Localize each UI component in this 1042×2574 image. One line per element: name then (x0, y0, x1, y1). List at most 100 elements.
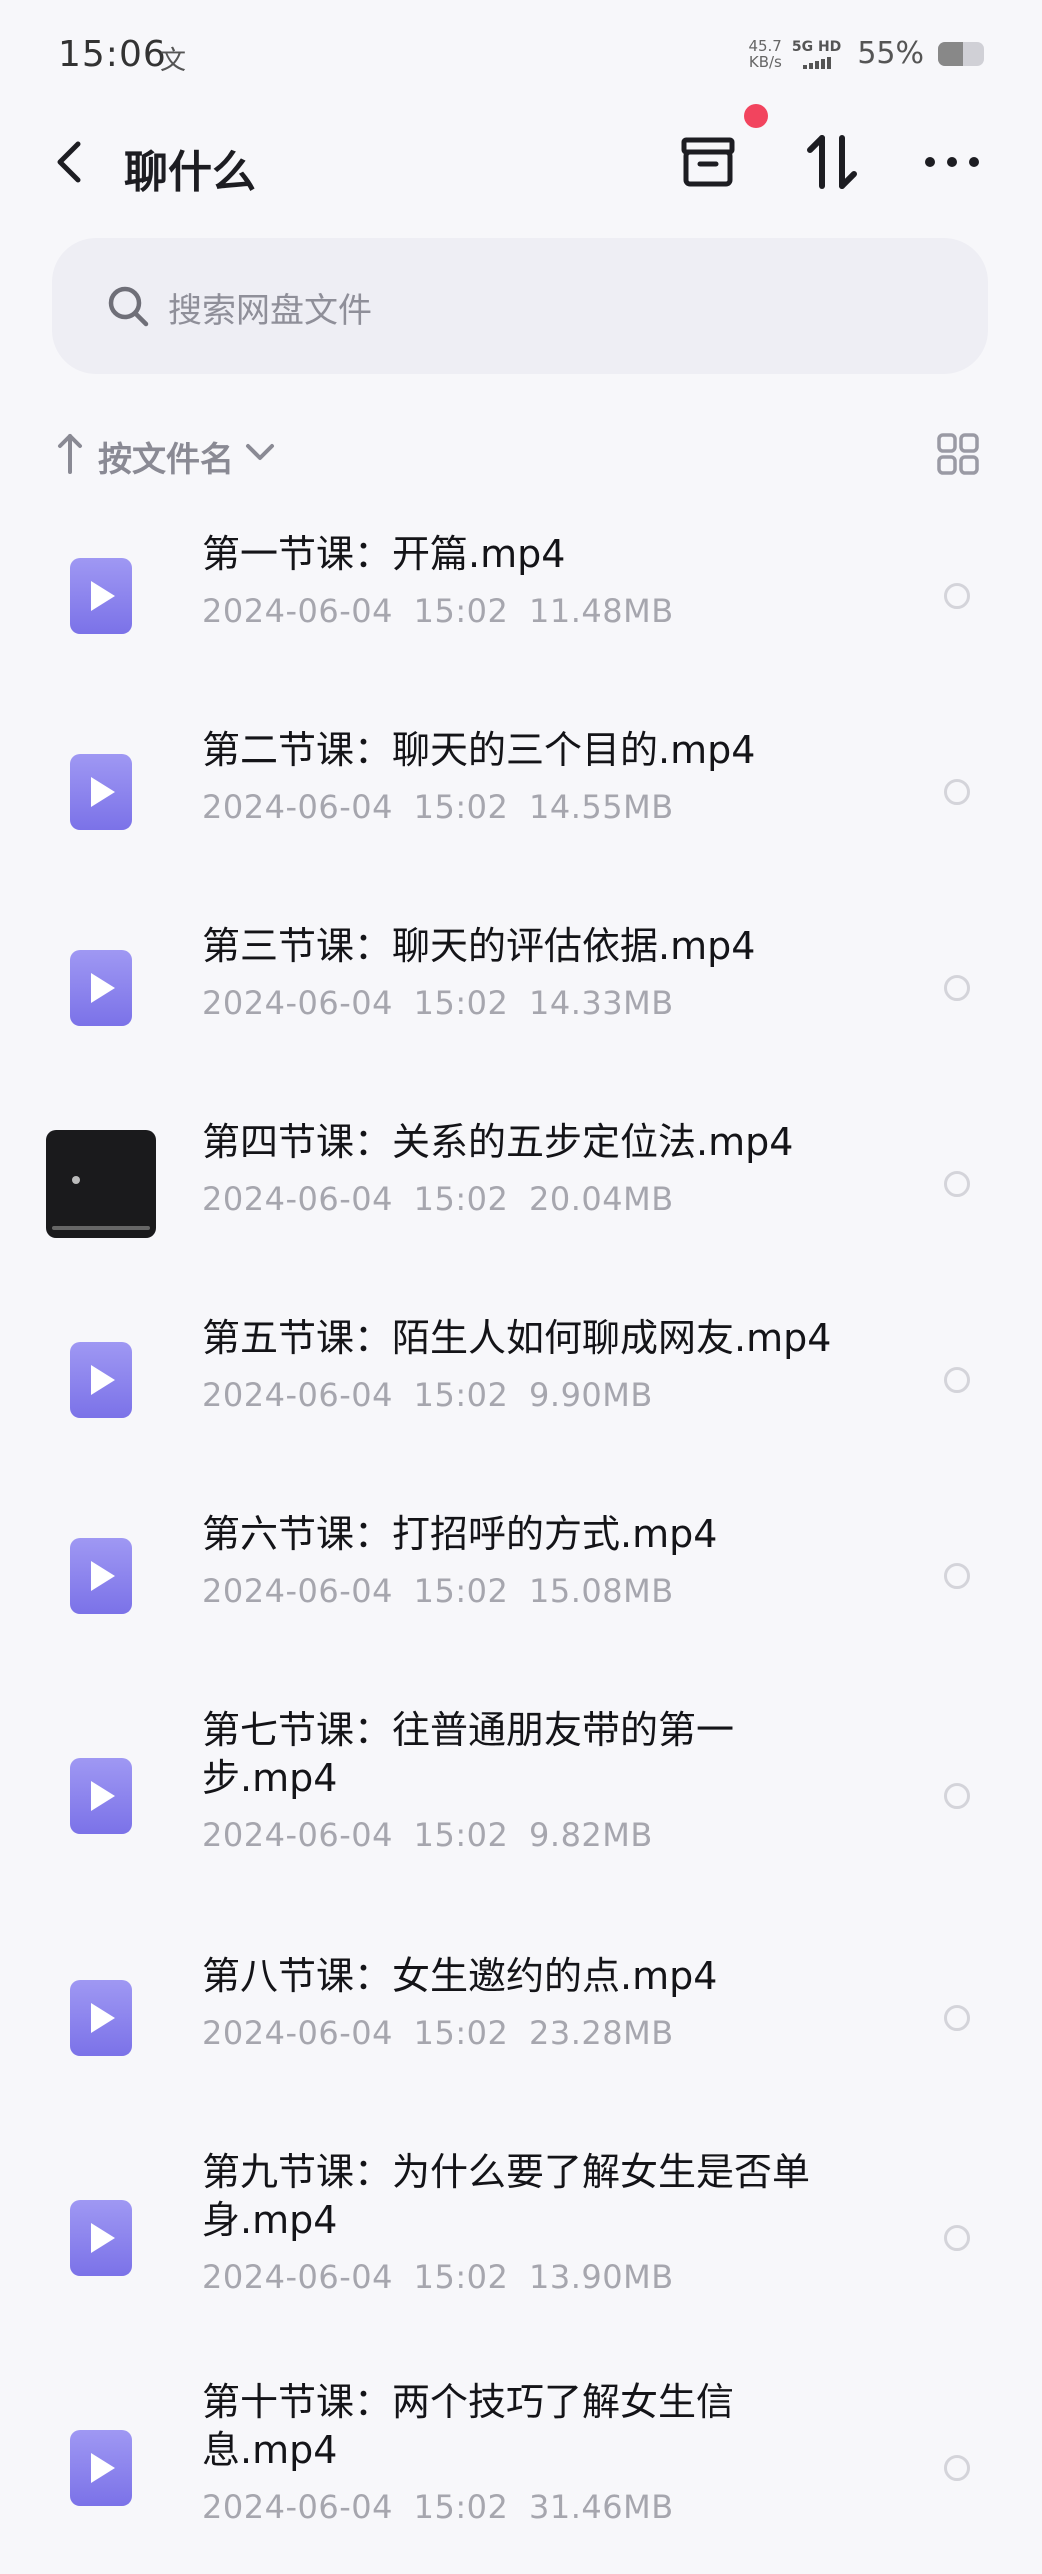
video-thumbnail (46, 1130, 156, 1238)
file-name-line: 第十节课：两个技巧了解女生信 (202, 2380, 735, 2424)
play-icon (91, 2003, 115, 2033)
file-size: 14.33MB (529, 984, 674, 1022)
select-checkbox[interactable] (944, 779, 970, 805)
file-meta: 2024-06-04 15:02 31.46MB (202, 2488, 674, 2526)
file-row[interactable]: 第五节课：陌生人如何聊成网友.mp4 2024-06-04 15:02 9.90M… (0, 1290, 1042, 1480)
file-size: 15.08MB (529, 1572, 674, 1610)
file-date: 2024-06-04 (202, 788, 393, 826)
file-name-line: 第四节课：关系的五步定位法.mp4 (202, 1120, 794, 1164)
file-time: 15:02 (413, 2488, 509, 2526)
file-date: 2024-06-04 (202, 2014, 393, 2052)
select-checkbox[interactable] (944, 2225, 970, 2251)
video-file-icon (70, 950, 132, 1026)
grid-view-icon[interactable] (936, 432, 980, 476)
file-date: 2024-06-04 (202, 1816, 393, 1854)
back-arrow-icon[interactable] (50, 138, 90, 186)
select-checkbox[interactable] (944, 2005, 970, 2031)
select-checkbox[interactable] (944, 1367, 970, 1393)
file-name: 第四节课：关系的五步定位法.mp4 (202, 1118, 902, 1166)
file-time: 15:02 (413, 1572, 509, 1610)
header: 聊什么 (0, 104, 1042, 220)
file-date: 2024-06-04 (202, 592, 393, 630)
file-name-line: 第三节课：聊天的评估依据.mp4 (202, 924, 756, 968)
file-meta: 2024-06-04 15:02 15.08MB (202, 1572, 674, 1610)
file-time: 15:02 (413, 788, 509, 826)
file-name-line: 身.mp4 (202, 2198, 338, 2242)
file-time: 15:02 (413, 2258, 509, 2296)
network-type: 5G HD (791, 38, 842, 55)
select-checkbox[interactable] (944, 1171, 970, 1197)
sort-by-dropdown[interactable]: 按文件名 (98, 432, 234, 481)
file-size: 14.55MB (529, 788, 674, 826)
file-name: 第一节课：开篇.mp4 (202, 530, 902, 578)
file-size: 31.46MB (529, 2488, 674, 2526)
file-size: 13.90MB (529, 2258, 674, 2296)
video-file-icon (70, 558, 132, 634)
play-icon (91, 973, 115, 1003)
file-date: 2024-06-04 (202, 1376, 393, 1414)
file-row[interactable]: 第八节课：女生邀约的点.mp4 2024-06-04 15:02 23.28MB (0, 1928, 1042, 2118)
video-file-icon (70, 2200, 132, 2276)
file-name: 第六节课：打招呼的方式.mp4 (202, 1510, 902, 1558)
select-checkbox[interactable] (944, 1783, 970, 1809)
file-meta: 2024-06-04 15:02 9.82MB (202, 1816, 653, 1854)
video-file-icon (70, 754, 132, 830)
search-input[interactable]: 搜索网盘文件 (52, 238, 988, 374)
file-row[interactable]: 第六节课：打招呼的方式.mp4 2024-06-04 15:02 15.08MB (0, 1486, 1042, 1676)
file-meta: 2024-06-04 15:02 14.33MB (202, 984, 674, 1022)
network-speed: 45.7 KB/s (748, 38, 781, 70)
signal-indicator: 5G HD (792, 39, 841, 69)
file-meta: 2024-06-04 15:02 9.90MB (202, 1376, 653, 1414)
video-file-icon (70, 2430, 132, 2506)
sort-toggle-icon[interactable] (800, 130, 864, 194)
select-checkbox[interactable] (944, 2455, 970, 2481)
file-date: 2024-06-04 (202, 1572, 393, 1610)
file-meta: 2024-06-04 15:02 14.55MB (202, 788, 674, 826)
file-time: 15:02 (413, 1376, 509, 1414)
file-name: 第三节课：聊天的评估依据.mp4 (202, 922, 902, 970)
file-name: 第十节课：两个技巧了解女生信 息.mp4 (202, 2378, 902, 2474)
select-checkbox[interactable] (944, 975, 970, 1001)
select-checkbox[interactable] (944, 583, 970, 609)
file-size: 20.04MB (529, 1180, 674, 1218)
play-icon (91, 1561, 115, 1591)
archive-box-icon[interactable] (678, 132, 738, 192)
page-title: 聊什么 (124, 147, 256, 198)
file-size: 9.82MB (529, 1816, 653, 1854)
play-icon (91, 581, 115, 611)
battery-icon (938, 41, 984, 66)
more-options-icon[interactable] (922, 154, 982, 170)
file-name-line: 步.mp4 (202, 1756, 338, 1800)
file-name: 第二节课：聊天的三个目的.mp4 (202, 726, 902, 774)
file-name: 第八节课：女生邀约的点.mp4 (202, 1952, 902, 2000)
file-name-line: 第二节课：聊天的三个目的.mp4 (202, 728, 756, 772)
file-row[interactable]: 第三节课：聊天的评估依据.mp4 2024-06-04 15:02 14.33MB (0, 898, 1042, 1088)
search-placeholder: 搜索网盘文件 (168, 291, 372, 331)
status-indicators: 45.7 KB/s 5G HD 55% (748, 36, 984, 71)
search-icon (108, 286, 149, 327)
file-row[interactable]: 第七节课：往普通朋友带的第一 步.mp4 2024-06-04 15:02 9.82… (0, 1682, 1042, 1902)
file-row[interactable]: 第一节课：开篇.mp4 2024-06-04 15:02 11.48MB (0, 506, 1042, 696)
file-date: 2024-06-04 (202, 1180, 393, 1218)
file-name-line: 第八节课：女生邀约的点.mp4 (202, 1954, 718, 1998)
file-meta: 2024-06-04 15:02 11.48MB (202, 592, 674, 630)
file-time: 15:02 (413, 592, 509, 630)
notification-dot (744, 104, 768, 128)
network-speed-unit: KB/s (748, 52, 782, 71)
sort-ascending-icon[interactable] (56, 432, 84, 476)
play-icon (91, 1365, 115, 1395)
video-file-icon (70, 1538, 132, 1614)
file-row[interactable]: 第二节课：聊天的三个目的.mp4 2024-06-04 15:02 14.55MB (0, 702, 1042, 892)
chevron-down-icon[interactable] (244, 442, 276, 464)
video-file-icon (70, 1980, 132, 2056)
file-name-line: 第五节课：陌生人如何聊成网友.mp4 (202, 1316, 832, 1360)
play-icon (91, 777, 115, 807)
file-date: 2024-06-04 (202, 984, 393, 1022)
file-row[interactable]: 第九节课：为什么要了解女生是否单 身.mp4 2024-06-04 15:02 13… (0, 2124, 1042, 2344)
file-name: 第七节课：往普通朋友带的第一 步.mp4 (202, 1706, 902, 1802)
play-icon (91, 1781, 115, 1811)
file-row[interactable]: 第四节课：关系的五步定位法.mp4 2024-06-04 15:02 20.04M… (0, 1094, 1042, 1284)
file-name-line: 第六节课：打招呼的方式.mp4 (202, 1512, 718, 1556)
select-checkbox[interactable] (944, 1563, 970, 1589)
file-row[interactable]: 第十节课：两个技巧了解女生信 息.mp4 2024-06-04 15:02 31.4… (0, 2354, 1042, 2574)
